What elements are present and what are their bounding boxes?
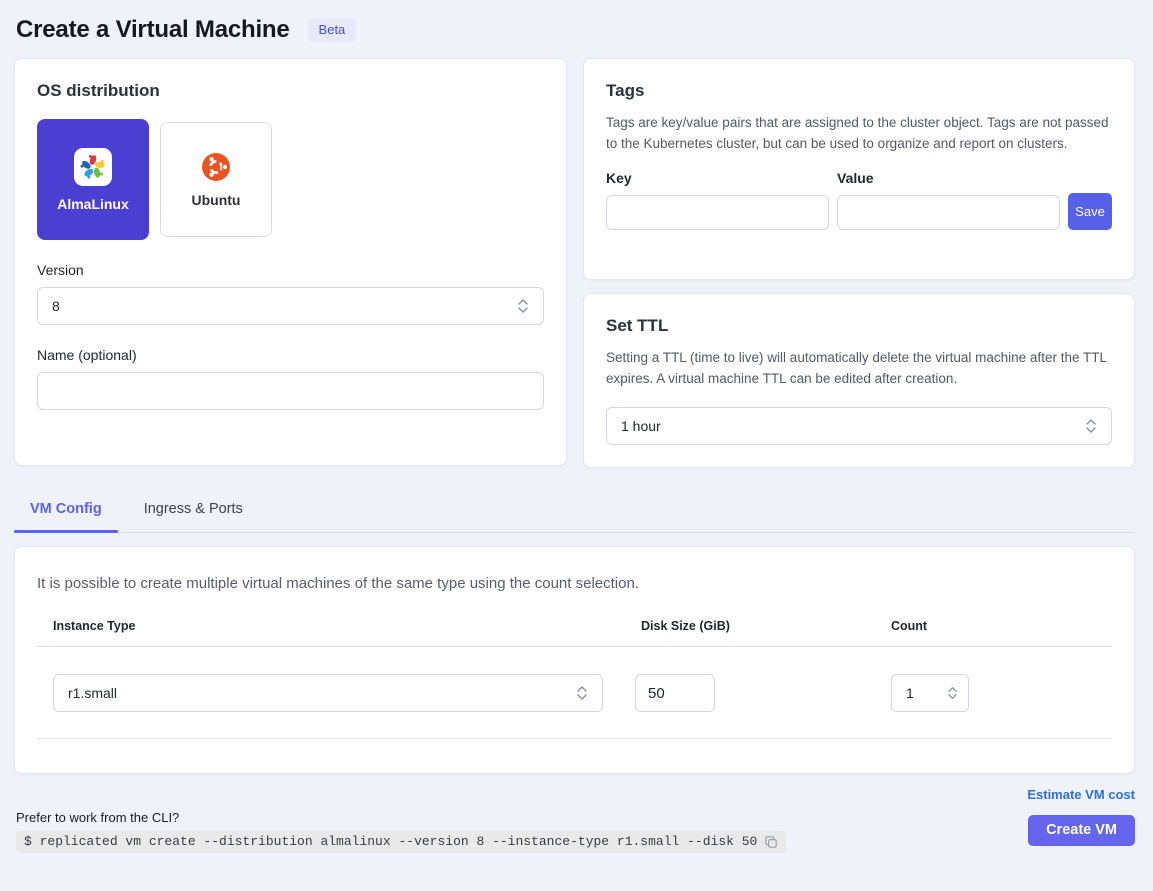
save-tag-button[interactable]: Save	[1068, 193, 1112, 230]
column-header-disk-size: Disk Size (GiB)	[635, 619, 887, 633]
tags-description: Tags are key/value pairs that are assign…	[606, 113, 1112, 154]
chevron-up-down-icon	[517, 297, 529, 315]
tab-ingress-ports[interactable]: Ingress & Ports	[128, 490, 259, 532]
copy-icon[interactable]	[764, 835, 778, 849]
column-header-instance-type: Instance Type	[37, 619, 635, 633]
vm-table-header: Instance Type Disk Size (GiB) Count	[37, 619, 1112, 647]
tab-vm-config[interactable]: VM Config	[14, 490, 118, 532]
cli-section: Prefer to work from the CLI? $ replicate…	[16, 810, 786, 853]
tag-key-field-group: Key	[606, 170, 829, 230]
version-select-value: 8	[52, 298, 60, 314]
count-stepper[interactable]: 1	[891, 674, 969, 712]
count-value: 1	[906, 685, 914, 701]
page-header: Create a Virtual Machine Beta	[0, 0, 1153, 58]
cli-command-text: $ replicated vm create --distribution al…	[24, 834, 757, 849]
disk-size-cell	[635, 674, 887, 712]
tag-key-input[interactable]	[606, 195, 829, 230]
table-row: r1.small 1	[37, 647, 1112, 739]
ttl-select-value: 1 hour	[621, 418, 661, 434]
cli-command-snippet: $ replicated vm create --distribution al…	[16, 831, 786, 853]
page-footer: Prefer to work from the CLI? $ replicate…	[16, 787, 1135, 853]
os-tile-ubuntu[interactable]: Ubuntu	[160, 122, 272, 237]
os-card-title: OS distribution	[37, 81, 544, 101]
tags-form-row: Key Value Save	[606, 170, 1112, 230]
name-input[interactable]	[37, 372, 544, 410]
vm-table: Instance Type Disk Size (GiB) Count r1.s…	[37, 619, 1112, 739]
right-column: Tags Tags are key/value pairs that are a…	[583, 58, 1135, 468]
version-label: Version	[37, 262, 544, 278]
disk-size-input[interactable]	[635, 674, 715, 712]
tag-key-label: Key	[606, 170, 829, 186]
estimate-vm-cost-link[interactable]: Estimate VM cost	[1027, 787, 1135, 802]
ubuntu-logo-icon	[201, 152, 231, 182]
vm-config-note: It is possible to create multiple virtua…	[37, 575, 1112, 592]
chevron-up-down-icon	[576, 684, 588, 702]
instance-type-select[interactable]: r1.small	[53, 674, 603, 712]
ttl-description: Setting a TTL (time to live) will automa…	[606, 348, 1112, 389]
cli-prompt-text: Prefer to work from the CLI?	[16, 810, 786, 825]
os-tile-label: Ubuntu	[192, 192, 241, 208]
version-select[interactable]: 8	[37, 287, 544, 325]
tab-bar: VM Config Ingress & Ports	[14, 490, 1135, 533]
os-tile-label: AlmaLinux	[57, 196, 129, 212]
instance-type-value: r1.small	[68, 685, 117, 701]
chevron-up-down-icon	[947, 685, 958, 701]
os-tile-almalinux[interactable]: AlmaLinux	[37, 119, 149, 240]
tags-card: Tags Tags are key/value pairs that are a…	[583, 58, 1135, 280]
ttl-card: Set TTL Setting a TTL (time to live) wil…	[583, 293, 1135, 468]
ttl-select[interactable]: 1 hour	[606, 407, 1112, 445]
name-label: Name (optional)	[37, 347, 544, 363]
create-vm-button[interactable]: Create VM	[1028, 815, 1135, 846]
os-tiles: AlmaLinux Ubuntu	[37, 119, 544, 240]
vm-config-card: It is possible to create multiple virtua…	[14, 546, 1135, 774]
tag-value-field-group: Value	[837, 170, 1060, 230]
tag-value-input[interactable]	[837, 195, 1060, 230]
instance-type-cell: r1.small	[37, 674, 635, 712]
top-section: OS distribution AlmaLinux	[14, 58, 1135, 468]
count-cell: 1	[887, 674, 1112, 712]
page-title: Create a Virtual Machine	[16, 16, 290, 44]
tag-value-label: Value	[837, 170, 1060, 186]
tags-card-title: Tags	[606, 81, 1112, 101]
os-distribution-card: OS distribution AlmaLinux	[14, 58, 567, 466]
almalinux-logo-icon	[74, 148, 112, 186]
chevron-up-down-icon	[1085, 417, 1097, 435]
actions-section: Estimate VM cost Create VM	[1027, 787, 1135, 846]
ttl-card-title: Set TTL	[606, 316, 1112, 336]
column-header-count: Count	[887, 619, 1112, 633]
beta-badge: Beta	[308, 18, 357, 42]
